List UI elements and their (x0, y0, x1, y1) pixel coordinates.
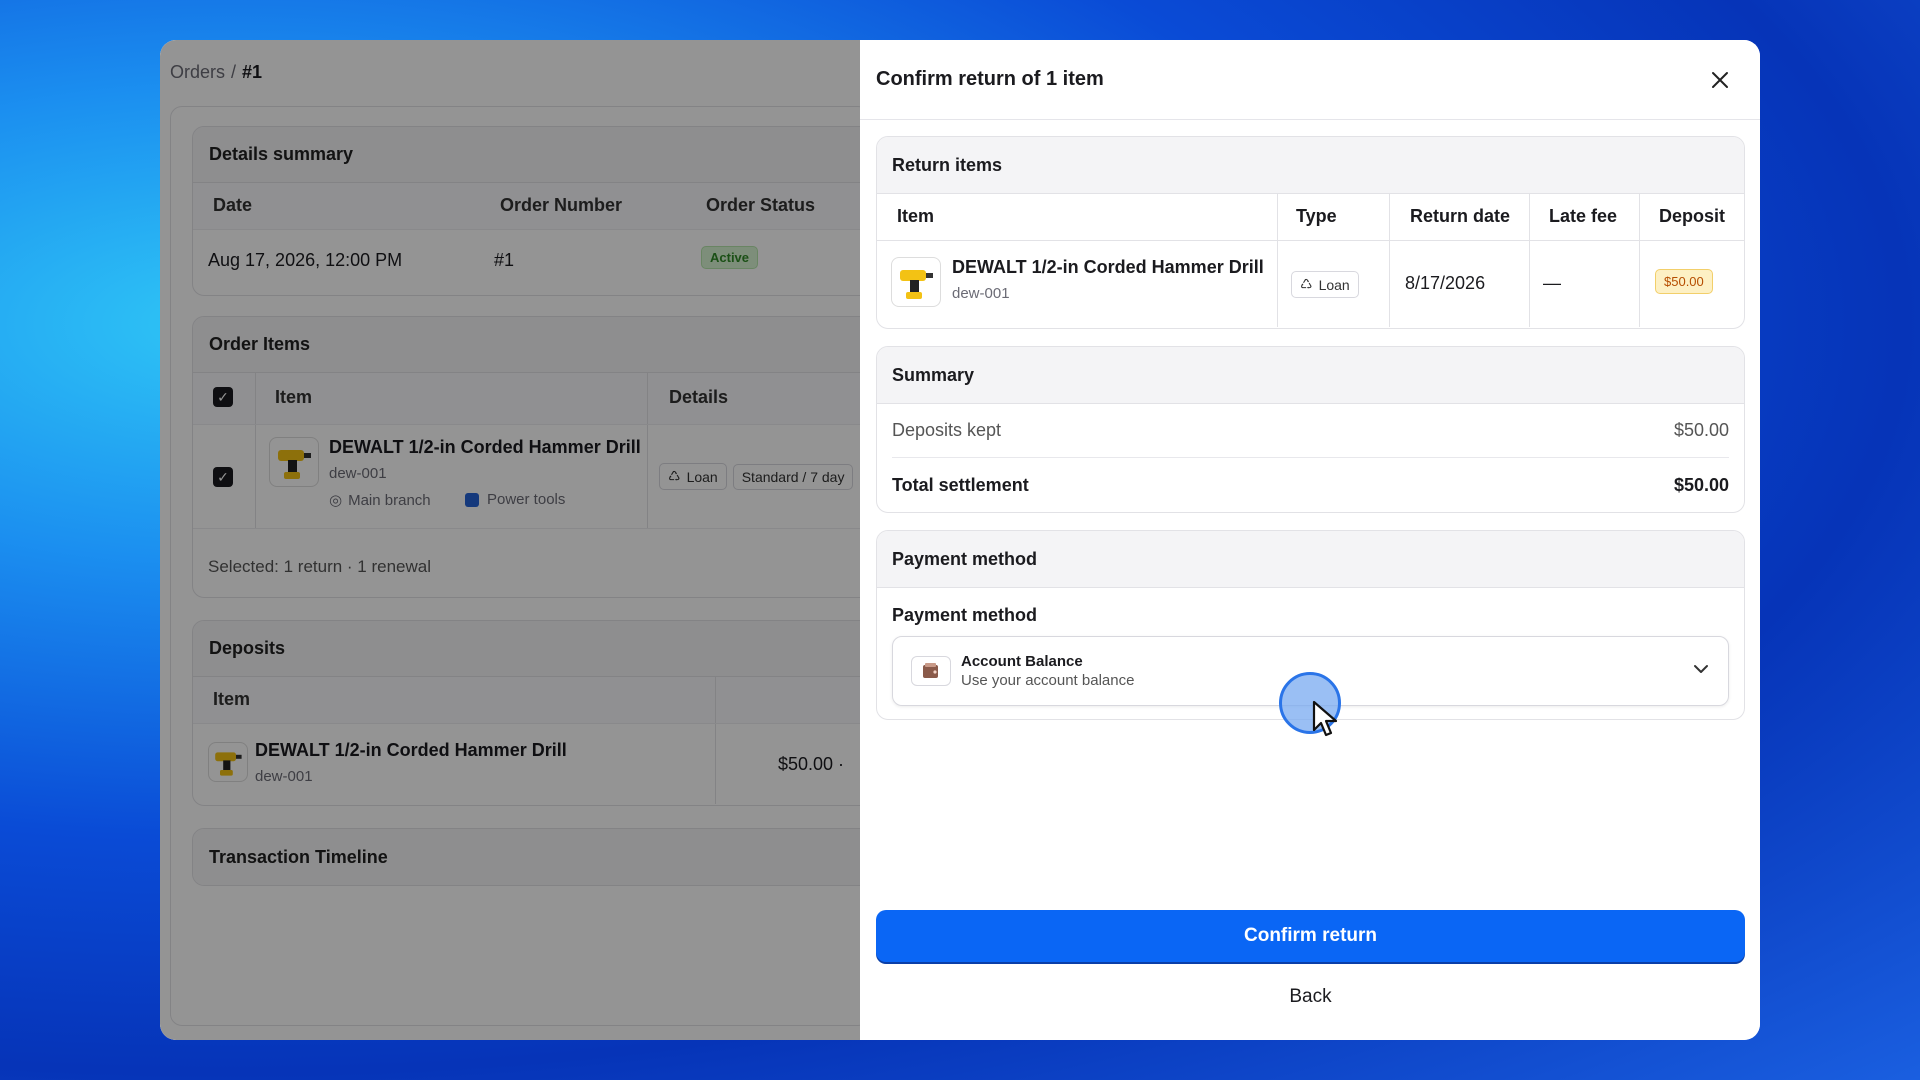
dialog-title: Confirm return of 1 item (876, 68, 1104, 90)
close-button[interactable] (1704, 64, 1736, 96)
return-type-chip: ♺ Loan (1291, 271, 1359, 298)
total-settlement-value: $50.00 (1673, 474, 1729, 495)
app-window: Orders / #1 Details summary Date Order N… (160, 40, 1760, 1040)
column-type: Type (1296, 206, 1337, 226)
deposits-kept-label: Deposits kept (892, 420, 1002, 440)
return-date-value: 8/17/2026 (1405, 273, 1486, 293)
confirm-return-button[interactable]: Confirm return (876, 910, 1745, 962)
column-deposit: Deposit (1659, 206, 1726, 226)
column-item: Item (897, 206, 935, 226)
return-items-header-row: Item Type Return date Late fee Deposit (877, 194, 1744, 241)
return-items-panel: Return items Item Type Return date Late … (876, 136, 1745, 329)
payment-option-subtitle: Use your account balance (961, 672, 1135, 689)
return-item-thumbnail (891, 257, 941, 307)
close-icon (1712, 72, 1728, 88)
return-items-title: Return items (877, 137, 1744, 194)
deposits-kept-value: $50.00 (1673, 420, 1729, 440)
modal-backdrop[interactable] (160, 40, 860, 1040)
deposits-kept-row: Deposits kept $50.00 (892, 404, 1729, 458)
total-settlement-label: Total settlement (892, 474, 1029, 495)
mouse-pointer-icon (1312, 700, 1338, 737)
column-late-fee: Late fee (1549, 206, 1618, 226)
back-button[interactable]: Back (876, 972, 1745, 1022)
return-item-name: DEWALT 1/2-in Corded Hammer Drill (952, 257, 1264, 277)
column-return-date: Return date (1410, 206, 1511, 226)
dialog-header: Confirm return of 1 item (860, 40, 1760, 120)
chevron-down-icon (1692, 660, 1710, 683)
summary-panel: Summary Deposits kept $50.00 Total settl… (876, 346, 1745, 513)
summary-title: Summary (877, 347, 1744, 404)
late-fee-value: — (1543, 273, 1561, 293)
confirm-return-dialog: Confirm return of 1 item Return items It… (860, 40, 1760, 1040)
payment-method-title: Payment method (877, 531, 1744, 588)
payment-method-field-label: Payment method (892, 605, 1038, 625)
recycle-icon: ♺ (1300, 276, 1313, 292)
payment-option-title: Account Balance (961, 653, 1083, 670)
total-settlement-row: Total settlement $50.00 (877, 458, 1744, 512)
deposit-badge: $50.00 (1655, 269, 1713, 294)
order-page: Orders / #1 Details summary Date Order N… (160, 40, 892, 1040)
wallet-icon (911, 656, 951, 686)
return-item-row: DEWALT 1/2-in Corded Hammer Drill dew-00… (877, 241, 1744, 327)
return-item-sku: dew-001 (952, 285, 1010, 302)
